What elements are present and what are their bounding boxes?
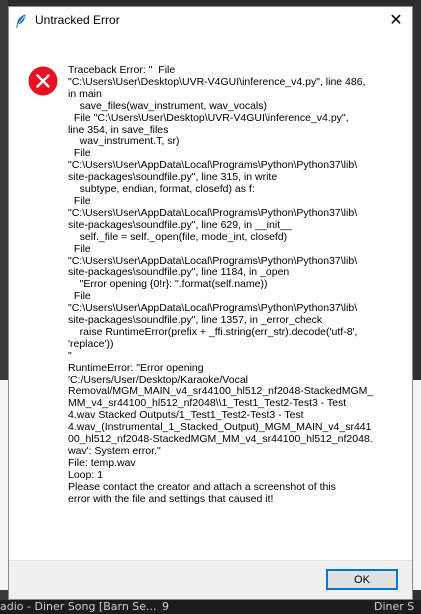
ok-button[interactable]: OK xyxy=(326,569,398,590)
close-icon[interactable]: ✕ xyxy=(388,12,404,28)
error-icon xyxy=(28,66,58,96)
background-window-left-panel xyxy=(0,380,8,590)
window-title: Untracked Error xyxy=(35,13,120,27)
error-dialog: Untracked Error ✕ Traceback Error: " Fil… xyxy=(8,6,413,600)
title-bar[interactable]: Untracked Error ✕ xyxy=(9,7,412,35)
error-message: Traceback Error: " File "C:\Users\User\D… xyxy=(68,64,374,505)
background-window-right-panel xyxy=(413,380,421,590)
background-track-title-2: Diner S xyxy=(374,600,415,613)
background-track-row: adio - Diner Song [Barn Se... 9 Diner S xyxy=(0,600,421,614)
button-bar: OK xyxy=(9,560,412,599)
feather-icon xyxy=(16,14,26,28)
background-track-number: 9 xyxy=(162,600,169,613)
background-track-title: adio - Diner Song [Barn Se... xyxy=(0,600,157,613)
dialog-content: Traceback Error: " File "C:\Users\User\D… xyxy=(9,35,412,563)
